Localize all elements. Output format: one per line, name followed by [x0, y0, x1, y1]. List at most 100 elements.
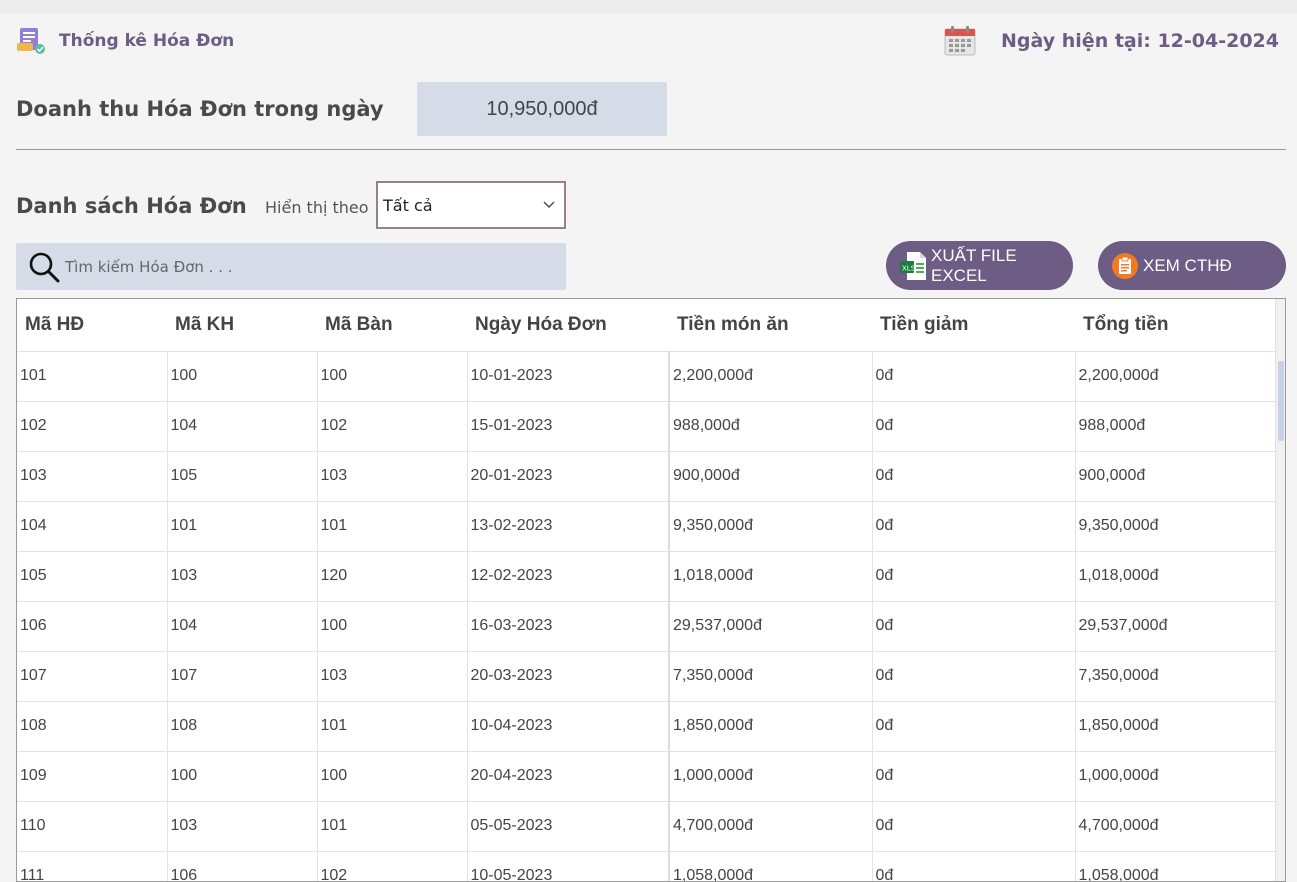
col-header-ngay-hoa-don[interactable]: Ngày Hóa Đơn	[467, 299, 669, 351]
search-input[interactable]: Tìm kiếm Hóa Đơn . . .	[65, 258, 233, 276]
table-cell: 0đ	[872, 550, 1076, 601]
table-row[interactable]: 108 108 101 10-04-2023 1,850,000đ 0đ 1,850,000…	[17, 700, 1276, 751]
export-excel-button[interactable]: XLS XUẤT FILE EXCEL	[886, 241, 1073, 290]
table-cell: 0đ	[872, 500, 1076, 551]
table-row[interactable]: 111 106 102 10-05-2023 1,058,000đ 0đ 1,058,000…	[17, 850, 1276, 881]
table-row[interactable]: 102 104 102 15-01-2023 988,000đ 0đ 988,000đ	[17, 400, 1276, 451]
filter-label: Hiển thị theo	[265, 198, 369, 217]
table-cell: 1,850,000đ	[1075, 700, 1276, 751]
table-cell: 16-03-2023	[467, 600, 670, 651]
col-header-tien-giam[interactable]: Tiền giảm	[872, 299, 1075, 351]
table-cell: 104	[17, 500, 168, 551]
table-cell: 1,000,000đ	[1075, 750, 1276, 801]
table-cell: 0đ	[872, 700, 1076, 751]
search-bar[interactable]: Tìm kiếm Hóa Đơn . . .	[16, 243, 566, 290]
table-cell: 7,350,000đ	[1075, 650, 1276, 701]
table-cell: 100	[317, 350, 468, 401]
current-date: Ngày hiện tại: 12-04-2024	[1001, 29, 1279, 52]
revenue-label: Doanh thu Hóa Đơn trong ngày	[16, 97, 384, 121]
col-header-ma-ban[interactable]: Mã Bàn	[317, 299, 467, 351]
table-cell: 900,000đ	[1075, 450, 1276, 501]
col-header-tong-tien[interactable]: Tổng tiền	[1075, 299, 1275, 351]
table-cell: 103	[317, 650, 468, 701]
table-row[interactable]: 105 103 120 12-02-2023 1,018,000đ 0đ 1,018,000…	[17, 550, 1276, 601]
table-cell: 101	[17, 350, 168, 401]
table-cell: 4,700,000đ	[1075, 800, 1276, 851]
header-left: Thống kê Hóa Đơn	[16, 26, 234, 56]
table-cell: 988,000đ	[1075, 400, 1276, 451]
table-row[interactable]: 109 100 100 20-04-2023 1,000,000đ 0đ 1,000,000…	[17, 750, 1276, 801]
table-cell: 10-05-2023	[467, 850, 670, 881]
table-cell: 102	[317, 850, 468, 881]
table-cell: 120	[317, 550, 468, 601]
table-cell: 0đ	[872, 850, 1076, 881]
table-cell: 1,018,000đ	[1075, 550, 1276, 601]
table-cell: 106	[167, 850, 318, 881]
table-cell: 105	[17, 550, 168, 601]
table-cell: 104	[167, 600, 318, 651]
table-cell: 101	[317, 500, 468, 551]
table-cell: 101	[317, 800, 468, 851]
col-header-ma-kh[interactable]: Mã KH	[167, 299, 317, 351]
table-cell: 0đ	[872, 400, 1076, 451]
view-invoice-detail-label: XEM CTHĐ	[1143, 255, 1232, 275]
filter-select-value: Tất cả	[383, 195, 433, 215]
table-cell: 13-02-2023	[467, 500, 670, 551]
table-cell: 101	[167, 500, 318, 551]
table-cell: 104	[167, 400, 318, 451]
table-cell: 20-04-2023	[467, 750, 670, 801]
table-cell: 109	[17, 750, 168, 801]
table-cell: 106	[17, 600, 168, 651]
col-header-ma-hd[interactable]: Mã HĐ	[17, 299, 167, 351]
table-row[interactable]: 104 101 101 13-02-2023 9,350,000đ 0đ 9,350,000…	[17, 500, 1276, 551]
table-cell: 900,000đ	[668, 450, 873, 501]
invoice-table[interactable]: Mã HĐ Mã KH Mã Bàn Ngày Hóa Đơn Tiền món…	[16, 298, 1286, 882]
table-cell: 05-05-2023	[467, 800, 670, 851]
table-cell: 107	[167, 650, 318, 701]
table-header-row: Mã HĐ Mã KH Mã Bàn Ngày Hóa Đơn Tiền món…	[17, 299, 1275, 351]
scrollbar-thumb[interactable]	[1278, 361, 1284, 441]
table-cell: 103	[17, 450, 168, 501]
table-cell: 0đ	[872, 600, 1076, 651]
chevron-down-icon	[542, 196, 556, 210]
list-title: Danh sách Hóa Đơn	[16, 194, 247, 218]
table-cell: 12-02-2023	[467, 550, 670, 601]
table-cell: 9,350,000đ	[668, 500, 873, 551]
table-row[interactable]: 103 105 103 20-01-2023 900,000đ 0đ 900,000đ	[17, 450, 1276, 501]
table-row[interactable]: 101 100 100 10-01-2023 2,200,000đ 0đ 2,200,000…	[17, 350, 1276, 401]
revenue-value: 10,950,000đ	[417, 82, 667, 136]
table-cell: 4,700,000đ	[668, 800, 873, 851]
table-cell: 15-01-2023	[467, 400, 670, 451]
table-cell: 0đ	[872, 350, 1076, 401]
clipboard-icon	[1111, 251, 1139, 281]
table-cell: 988,000đ	[668, 400, 873, 451]
export-excel-label: XUẤT FILE EXCEL	[931, 245, 1017, 285]
table-cell: 1,018,000đ	[668, 550, 873, 601]
table-cell: 9,350,000đ	[1075, 500, 1276, 551]
table-cell: 103	[167, 550, 318, 601]
table-cell: 2,200,000đ	[1075, 350, 1276, 401]
table-row[interactable]: 106 104 100 16-03-2023 29,537,000đ 0đ 29,537,0…	[17, 600, 1276, 651]
svg-text:XLS: XLS	[902, 264, 916, 272]
table-row[interactable]: 110 103 101 05-05-2023 4,700,000đ 0đ 4,700,000…	[17, 800, 1276, 851]
table-cell: 10-04-2023	[467, 700, 670, 751]
invoice-icon	[16, 26, 46, 56]
table-cell: 103	[317, 450, 468, 501]
table-cell: 29,537,000đ	[668, 600, 873, 651]
table-cell: 0đ	[872, 450, 1076, 501]
invoice-stats-page: Thống kê Hóa Đơn Ngày hiện tại: 12-04-20…	[0, 14, 1297, 882]
filter-select[interactable]: Tất cả	[376, 181, 566, 229]
table-scrollbar[interactable]	[1275, 299, 1285, 881]
table-cell: 100	[317, 600, 468, 651]
table-cell: 111	[17, 850, 168, 881]
table-cell: 108	[167, 700, 318, 751]
col-header-tien-mon-an[interactable]: Tiền món ăn	[669, 299, 872, 351]
table-cell: 110	[17, 800, 168, 851]
header-right: Ngày hiện tại: 12-04-2024	[944, 25, 1279, 56]
table-cell: 2,200,000đ	[668, 350, 873, 401]
table-cell: 7,350,000đ	[668, 650, 873, 701]
table-cell: 105	[167, 450, 318, 501]
excel-icon: XLS	[899, 251, 927, 281]
view-invoice-detail-button[interactable]: XEM CTHĐ	[1098, 241, 1286, 290]
table-row[interactable]: 107 107 103 20-03-2023 7,350,000đ 0đ 7,350,000…	[17, 650, 1276, 701]
